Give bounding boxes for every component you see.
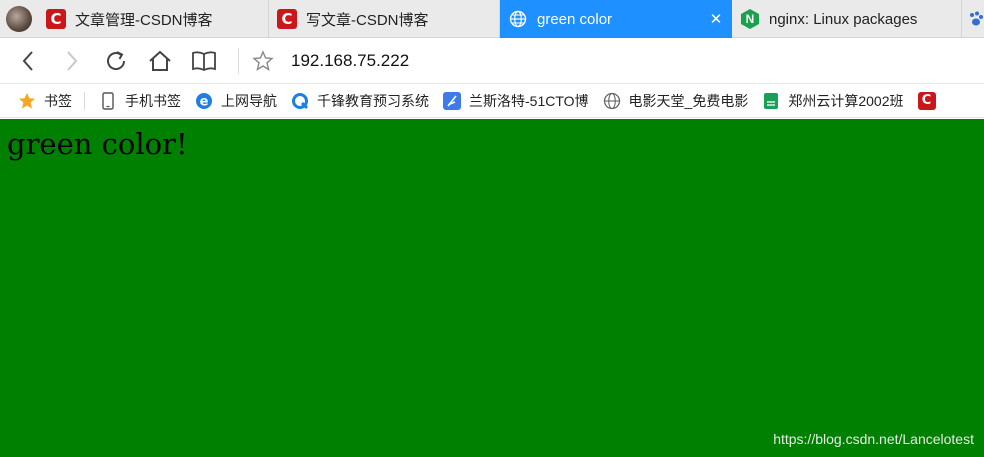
bookmark-label: 电影天堂_免费电影 bbox=[628, 92, 749, 109]
globe-icon bbox=[603, 92, 621, 110]
svg-text:e: e bbox=[200, 94, 209, 109]
bookmark-qianfeng[interactable]: 千锋教育预习系统 bbox=[291, 91, 429, 111]
watermark: https://blog.csdn.net/Lancelotest bbox=[773, 431, 974, 447]
bookmark-label: 兰斯洛特-51CTO博 bbox=[469, 92, 589, 109]
sheet-icon bbox=[762, 92, 780, 110]
qianfeng-icon bbox=[291, 92, 309, 110]
nginx-icon: N bbox=[740, 9, 760, 29]
tab-label: green color bbox=[537, 10, 613, 28]
close-icon[interactable]: ✕ bbox=[708, 10, 724, 28]
divider bbox=[238, 47, 239, 74]
reload-icon bbox=[107, 50, 126, 70]
home-icon bbox=[149, 50, 171, 71]
page-content: green color! https://blog.csdn.net/Lance… bbox=[0, 119, 984, 457]
back-button[interactable] bbox=[6, 38, 50, 84]
user-avatar[interactable] bbox=[0, 0, 38, 38]
avatar-icon bbox=[6, 6, 32, 32]
paw-icon bbox=[966, 9, 984, 29]
bookmark-movie[interactable]: 电影天堂_免费电影 bbox=[603, 91, 749, 111]
bookmark-csdn[interactable]: C bbox=[917, 91, 944, 110]
csdn-icon: C bbox=[46, 9, 66, 29]
tab-article-management[interactable]: C 文章管理-CSDN博客 bbox=[38, 0, 269, 38]
star-icon bbox=[18, 92, 36, 110]
bookmark-star-button[interactable] bbox=[245, 38, 281, 84]
bookmark-cloud-class[interactable]: 郑州云计算2002班 bbox=[762, 91, 904, 111]
tab-bar: C 文章管理-CSDN博客 C 写文章-CSDN博客 green color ✕… bbox=[0, 0, 984, 38]
feather-icon bbox=[443, 91, 461, 110]
forward-button[interactable] bbox=[50, 38, 94, 84]
reading-mode-button[interactable] bbox=[182, 38, 226, 84]
bookmark-label: 手机书签 bbox=[125, 92, 181, 109]
tab-label: 文章管理-CSDN博客 bbox=[75, 11, 213, 29]
bookmark-navigation[interactable]: e 上网导航 bbox=[195, 91, 277, 111]
bookmark-label: 书签 bbox=[44, 92, 72, 109]
tab-green-color[interactable]: green color ✕ bbox=[500, 0, 732, 38]
tab-write-article[interactable]: C 写文章-CSDN博客 bbox=[269, 0, 500, 38]
tab-partial[interactable] bbox=[962, 0, 984, 38]
bookmark-label: 上网导航 bbox=[221, 92, 277, 109]
bookmark-label: 千锋教育预习系统 bbox=[317, 92, 429, 109]
page-heading: green color! bbox=[7, 127, 188, 161]
star-outline-icon bbox=[252, 49, 274, 71]
reload-button[interactable] bbox=[94, 38, 138, 84]
tab-label: nginx: Linux packages bbox=[769, 10, 918, 28]
bookmark-mobile[interactable]: 手机书签 bbox=[99, 91, 181, 111]
bookmark-folder[interactable]: 书签 bbox=[18, 91, 72, 111]
chevron-left-icon bbox=[22, 50, 33, 71]
chevron-right-icon bbox=[67, 50, 78, 71]
tab-label: 写文章-CSDN博客 bbox=[306, 11, 429, 29]
navigation-bar: 192.168.75.222 bbox=[0, 38, 984, 84]
bookmarks-bar: 书签 手机书签 e 上网导航 千锋教育预习系统 兰斯洛特-51CTO博 电影天堂… bbox=[0, 84, 984, 118]
csdn-icon: C bbox=[277, 9, 297, 29]
globe-icon bbox=[508, 9, 528, 29]
bookmark-51cto[interactable]: 兰斯洛特-51CTO博 bbox=[443, 91, 589, 111]
ie-icon: e bbox=[195, 92, 213, 110]
home-button[interactable] bbox=[138, 38, 182, 84]
address-input[interactable]: 192.168.75.222 bbox=[291, 51, 409, 71]
csdn-icon: C bbox=[917, 91, 936, 110]
bookmark-separator bbox=[84, 91, 85, 110]
tab-nginx[interactable]: N nginx: Linux packages bbox=[732, 0, 962, 38]
phone-icon bbox=[99, 91, 117, 110]
book-icon bbox=[192, 50, 216, 71]
bookmark-label: 郑州云计算2002班 bbox=[788, 92, 904, 109]
